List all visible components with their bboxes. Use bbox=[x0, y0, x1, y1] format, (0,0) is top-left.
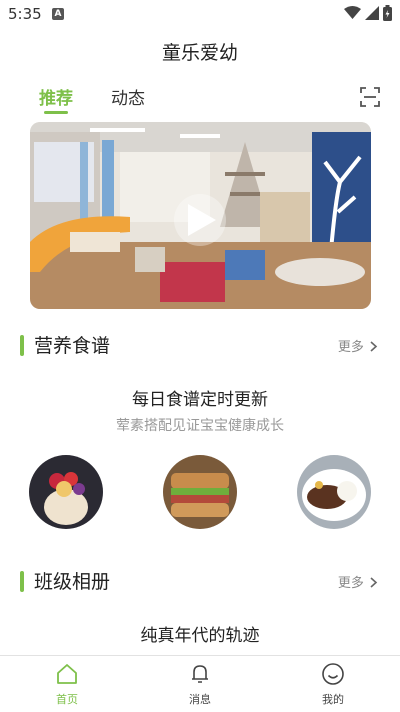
recipes-subline: 荤素搭配见证宝宝健康成长 bbox=[116, 418, 284, 434]
wifi-icon bbox=[344, 6, 361, 19]
signal-icon bbox=[365, 6, 379, 20]
sandwich-image bbox=[163, 455, 237, 529]
app-title: 童乐爱幼 bbox=[161, 42, 238, 64]
recipe-item-sandwich[interactable] bbox=[163, 455, 237, 529]
chevron-right-icon bbox=[370, 341, 378, 352]
album-more-link[interactable]: 更多 bbox=[338, 572, 378, 591]
nav-messages[interactable]: 消息 bbox=[160, 656, 240, 712]
app-bar: 童乐爱幼 bbox=[0, 28, 400, 76]
bell-icon bbox=[192, 665, 208, 683]
scan-icon[interactable] bbox=[360, 87, 380, 107]
recipes-section-header: 营养食谱 更多 bbox=[0, 330, 400, 360]
recipes-headline: 每日食谱定时更新 bbox=[132, 390, 268, 410]
home-icon bbox=[57, 664, 77, 684]
section-accent-bar bbox=[20, 335, 24, 356]
album-section-header: 班级相册 更多 bbox=[0, 566, 400, 596]
section-accent-bar bbox=[20, 571, 24, 592]
recipe-item-meat-plate[interactable] bbox=[297, 455, 371, 529]
tab-bar: 推荐 动态 bbox=[0, 76, 400, 120]
tab-feed[interactable]: 动态 bbox=[111, 84, 145, 109]
more-label: 更多 bbox=[337, 340, 364, 355]
status-time: 5:35 bbox=[8, 5, 42, 23]
nav-profile[interactable]: 我的 bbox=[293, 656, 373, 712]
system-icons bbox=[344, 5, 392, 21]
tab-recommend[interactable]: 推荐 bbox=[39, 84, 73, 109]
chevron-right-icon bbox=[370, 577, 378, 588]
classroom-image bbox=[30, 122, 371, 309]
profile-icon bbox=[322, 663, 344, 685]
more-label: 更多 bbox=[337, 576, 364, 591]
album-section-title: 班级相册 bbox=[34, 571, 111, 593]
bottom-nav: 首页 消息 我的 bbox=[0, 655, 400, 712]
recipe-item-dessert[interactable] bbox=[29, 455, 103, 529]
nav-messages-label: 消息 bbox=[189, 693, 211, 706]
status-bar: 5:35 A bbox=[0, 0, 400, 28]
recipes-section-title: 营养食谱 bbox=[34, 335, 111, 357]
dessert-image bbox=[29, 455, 103, 529]
album-headline: 纯真年代的轨迹 bbox=[140, 626, 260, 646]
video-banner[interactable] bbox=[30, 122, 371, 309]
battery-icon bbox=[383, 5, 392, 21]
notification-app-icon: A bbox=[52, 8, 64, 20]
nav-home[interactable]: 首页 bbox=[27, 656, 107, 712]
nav-profile-label: 我的 bbox=[322, 693, 344, 706]
tab-indicator bbox=[44, 111, 68, 114]
recipes-more-link[interactable]: 更多 bbox=[338, 336, 378, 355]
nav-home-label: 首页 bbox=[56, 693, 78, 706]
meat-plate-image bbox=[297, 455, 371, 529]
